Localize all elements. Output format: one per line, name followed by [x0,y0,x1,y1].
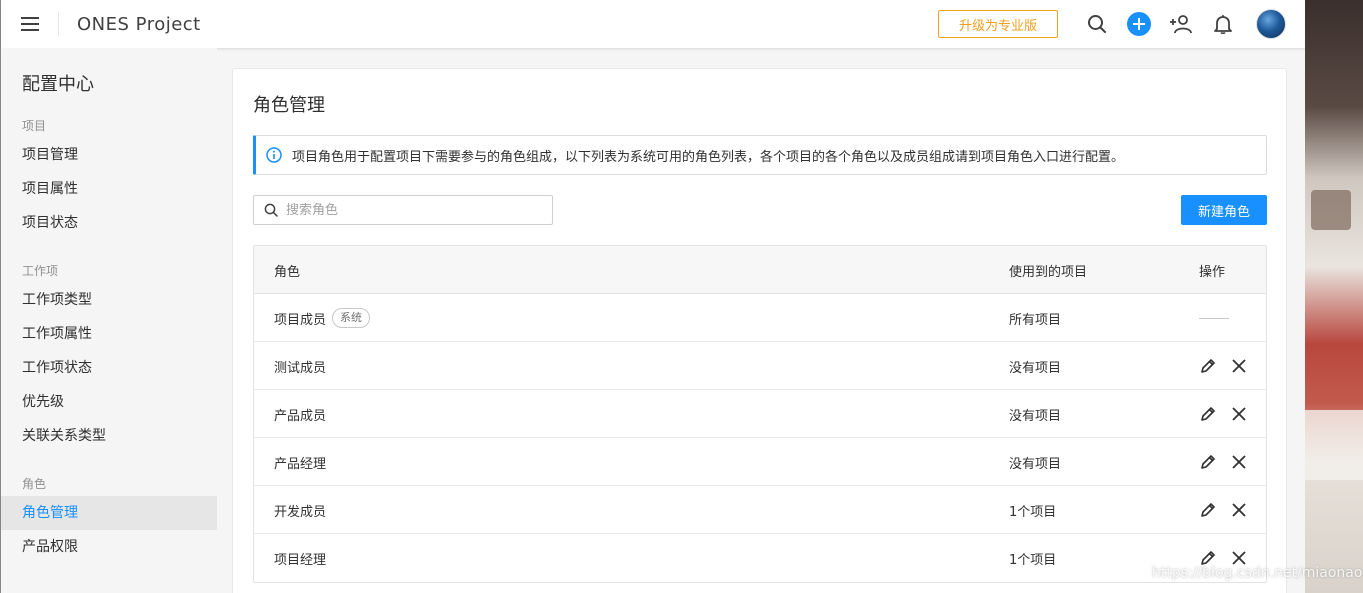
role-name: 项目经理 [274,552,327,568]
top-header: ONES Project 升级为专业版 [1,0,1306,48]
role-name: 开发成员 [274,504,327,520]
app-title: ONES Project [77,13,201,35]
role-projects: 没有项目 [1009,408,1062,424]
table-row: 项目成员 系统 所有项目 [254,294,1266,342]
role-projects: 所有项目 [1009,312,1062,328]
sidebar: 配置中心 项目 项目管理 项目属性 项目状态 工作项 工作项类型 工作项属性 工… [1,48,217,593]
watermark: https://blog.csdn.net/miaonao [1152,565,1363,581]
search-input[interactable] [286,202,536,218]
delete-icon[interactable] [1230,501,1248,519]
sidebar-item-workitem-status[interactable]: 工作项状态 [1,351,217,385]
bell-icon[interactable] [1211,12,1235,36]
delete-icon[interactable] [1230,405,1248,423]
background-photo [1305,0,1363,593]
table-row: 项目经理 1个项目 [254,534,1266,582]
header-projects: 使用到的项目 [1009,264,1088,280]
header-role: 角色 [274,264,301,280]
hamburger-icon [20,17,39,31]
role-name: 产品成员 [274,408,327,424]
role-projects: 1个项目 [1009,552,1057,568]
header-actions: 操作 [1199,264,1226,280]
sidebar-item-role-management[interactable]: 角色管理 [1,496,217,530]
info-icon [266,147,282,163]
add-icon[interactable] [1127,12,1151,36]
new-role-button[interactable]: 新建角色 [1181,195,1267,225]
app-window: ONES Project 升级为专业版 配置中心 项目 项目管理 项目属性 项目… [0,0,1306,593]
sidebar-item-project-management[interactable]: 项目管理 [1,138,217,172]
edit-icon[interactable] [1199,453,1217,471]
table-row: 产品经理 没有项目 [254,438,1266,486]
info-notice: 项目角色用于配置项目下需要参与的角色组成，以下列表为系统可用的角色列表，各个项目… [253,135,1267,175]
table-row: 测试成员 没有项目 [254,342,1266,390]
sidebar-item-product-permissions[interactable]: 产品权限 [1,530,217,564]
table-row: 产品成员 没有项目 [254,390,1266,438]
search-icon[interactable] [1085,12,1109,36]
header-actions: 升级为专业版 [938,0,1286,48]
page-title: 角色管理 [253,95,325,116]
delete-icon[interactable] [1230,357,1248,375]
upgrade-button[interactable]: 升级为专业版 [938,10,1058,38]
menu-button[interactable] [1,12,59,36]
sidebar-item-link-types[interactable]: 关联关系类型 [1,419,217,453]
search-icon [264,203,278,217]
role-name: 产品经理 [274,456,327,472]
edit-icon[interactable] [1199,501,1217,519]
table-header: 角色 使用到的项目 操作 [254,246,1266,294]
roles-table: 角色 使用到的项目 操作 项目成员 系统 所有项目 测试成员 没有项目 产品成员… [253,245,1267,583]
sidebar-item-project-status[interactable]: 项目状态 [1,206,217,240]
main-panel: 角色管理 项目角色用于配置项目下需要参与的角色组成，以下列表为系统可用的角色列表… [232,68,1287,593]
delete-icon[interactable] [1230,453,1248,471]
search-box[interactable] [253,195,553,225]
sidebar-item-workitem-attributes[interactable]: 工作项属性 [1,317,217,351]
sidebar-item-workitem-types[interactable]: 工作项类型 [1,283,217,317]
add-member-icon[interactable] [1169,12,1193,36]
role-name: 测试成员 [274,360,327,376]
role-name: 项目成员 [274,312,327,328]
sidebar-group-project: 项目 [22,119,47,133]
notice-text: 项目角色用于配置项目下需要参与的角色组成，以下列表为系统可用的角色列表，各个项目… [292,149,1125,165]
table-row: 开发成员 1个项目 [254,486,1266,534]
sidebar-title: 配置中心 [22,74,94,95]
edit-icon[interactable] [1199,405,1217,423]
role-projects: 没有项目 [1009,360,1062,376]
sidebar-item-priority[interactable]: 优先级 [1,385,217,419]
sidebar-group-workitem: 工作项 [22,264,59,278]
sidebar-item-project-attributes[interactable]: 项目属性 [1,172,217,206]
role-projects: 1个项目 [1009,504,1057,520]
system-tag: 系统 [332,308,371,328]
no-action-dash [1199,317,1229,319]
role-projects: 没有项目 [1009,456,1062,472]
avatar[interactable] [1256,9,1286,39]
sidebar-group-role: 角色 [22,477,47,491]
edit-icon[interactable] [1199,357,1217,375]
